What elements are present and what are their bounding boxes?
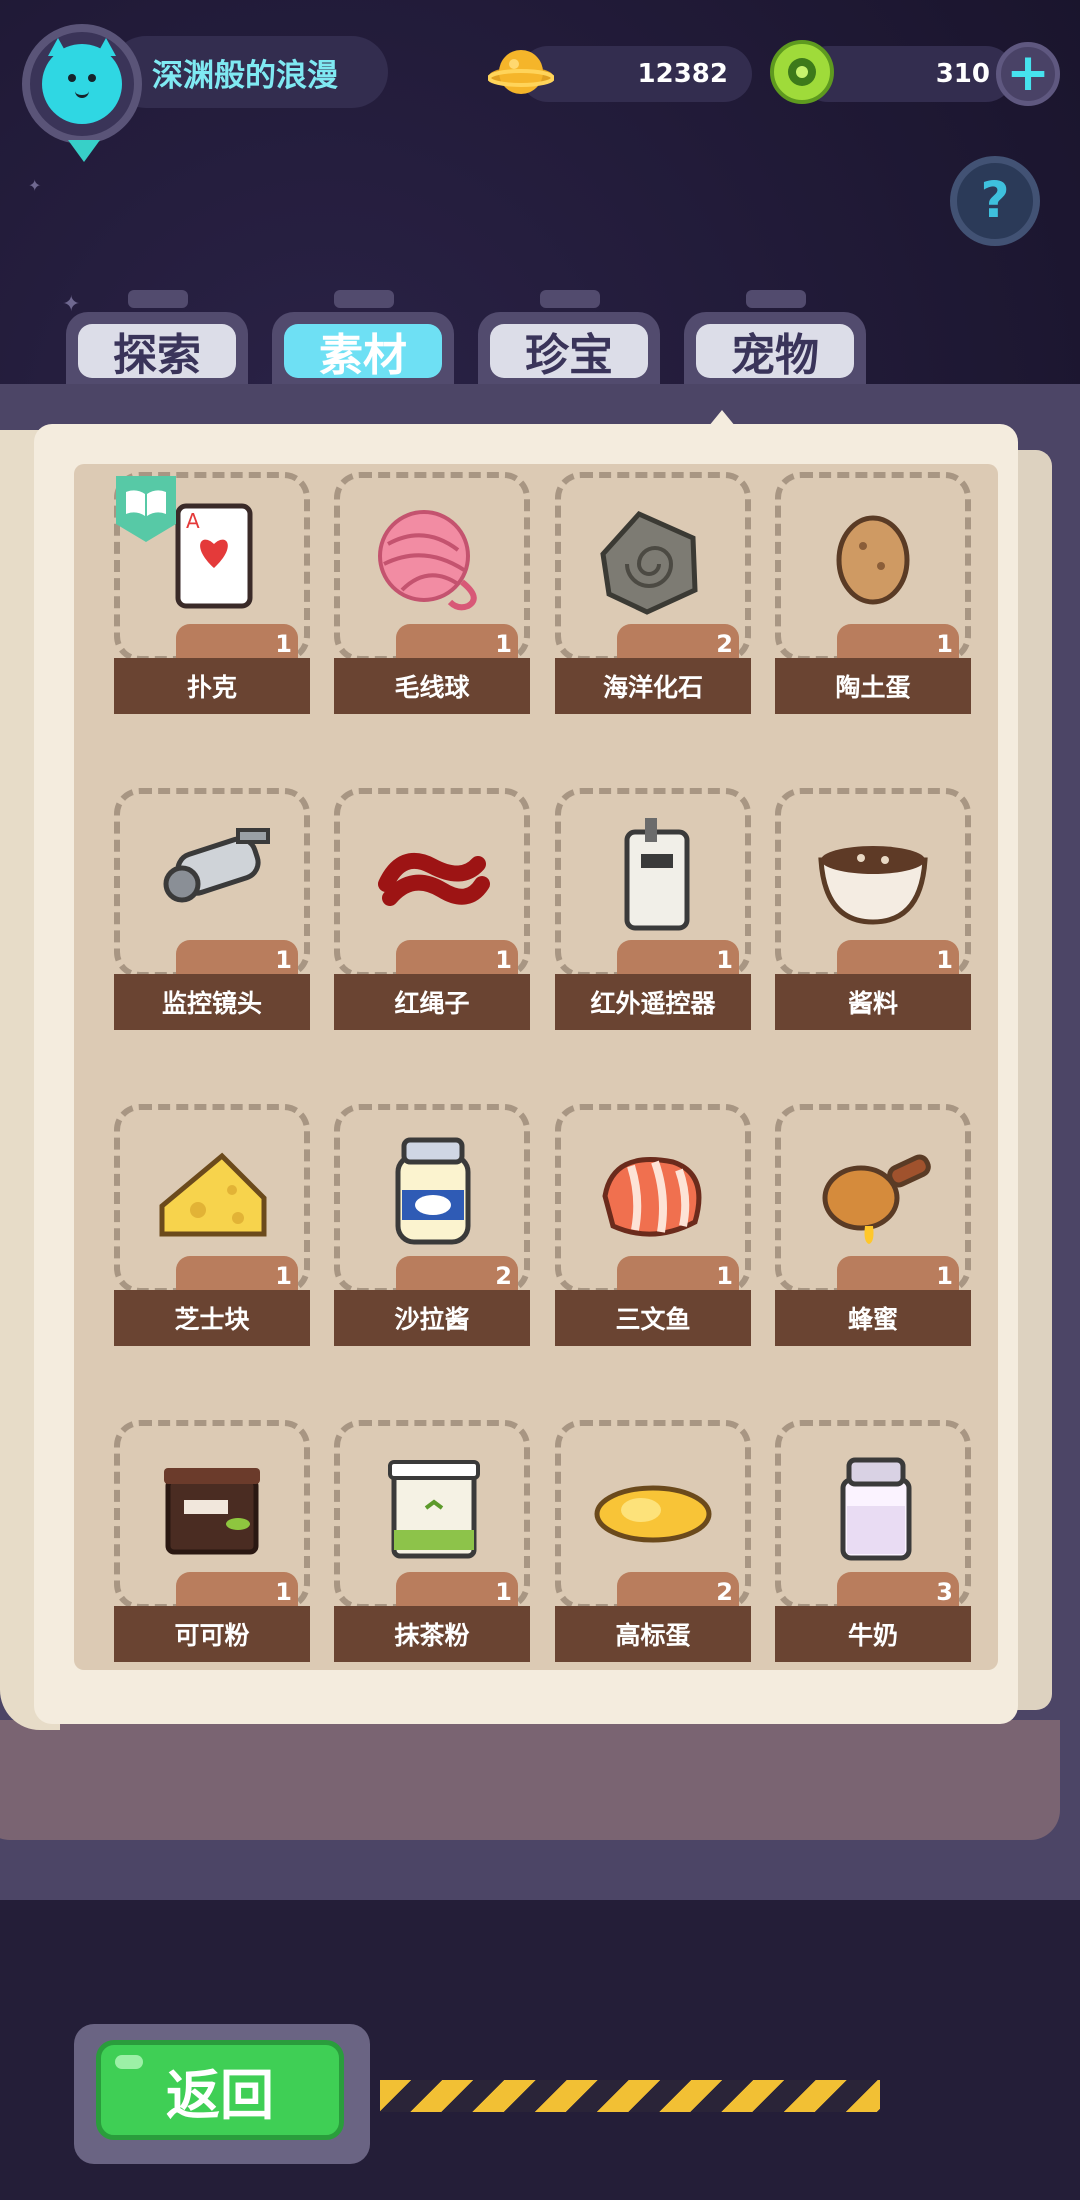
matcha-jar-icon	[388, 1460, 480, 1559]
add-gems-button[interactable]: +	[996, 42, 1060, 106]
item-count: 1	[275, 630, 292, 658]
item-count: 1	[495, 946, 512, 974]
item-name: 扑克	[114, 658, 310, 714]
item-count: 1	[495, 1578, 512, 1606]
salmon-icon	[602, 1157, 702, 1237]
ocean-fossil-icon	[600, 510, 698, 615]
star-decoration: ✦	[28, 176, 42, 195]
mayonnaise-jar-icon	[395, 1137, 471, 1245]
coin-counter: 12382	[520, 46, 752, 102]
tab-label: 宠物	[696, 324, 854, 381]
material-item[interactable]: 2 高标蛋	[555, 1420, 751, 1670]
item-count: 1	[275, 1578, 292, 1606]
green-gem-icon	[770, 40, 834, 104]
material-item[interactable]: 1 酱料	[775, 788, 971, 1038]
hazard-stripe	[380, 2080, 880, 2112]
item-name: 陶土蛋	[775, 658, 971, 714]
item-count: 1	[716, 1262, 733, 1290]
item-name: 蜂蜜	[775, 1290, 971, 1346]
tab-pets[interactable]: 宠物	[684, 290, 866, 392]
svg-text:A: A	[186, 509, 200, 533]
open-book-icon[interactable]	[112, 472, 180, 544]
red-rope-icon	[378, 852, 490, 906]
item-name: 高标蛋	[555, 1606, 751, 1662]
material-item[interactable]: 1 陶土蛋	[775, 472, 971, 722]
avatar-pointer-icon	[68, 140, 100, 162]
item-count: 1	[936, 946, 953, 974]
cheese-icon	[159, 1152, 267, 1237]
tab-materials[interactable]: 素材	[272, 290, 454, 392]
item-count: 1	[936, 630, 953, 658]
material-item[interactable]: 1 红绳子	[334, 788, 530, 1038]
material-item[interactable]: 2 海洋化石	[555, 472, 751, 722]
tab-label: 探索	[78, 324, 236, 381]
back-button-label: 返回	[166, 2063, 274, 2127]
item-name: 抹茶粉	[334, 1606, 530, 1662]
material-item[interactable]: 1 可可粉	[114, 1420, 310, 1670]
item-name: 芝士块	[114, 1290, 310, 1346]
cocoa-box-icon	[164, 1468, 260, 1555]
fried-egg-icon	[594, 1485, 712, 1543]
tab-treasures[interactable]: 珍宝	[478, 290, 660, 392]
tab-label: 素材	[284, 324, 442, 381]
material-item[interactable]: 1 监控镜头	[114, 788, 310, 1038]
material-item[interactable]: 3 牛奶	[775, 1420, 971, 1670]
item-name: 三文鱼	[555, 1290, 751, 1346]
sauce-bowl-icon	[818, 846, 928, 925]
player-name[interactable]: 深渊般的浪漫	[110, 36, 388, 108]
remote-control-icon	[624, 818, 690, 931]
item-count: 1	[275, 1262, 292, 1290]
cat-face-icon	[42, 38, 122, 124]
back-button[interactable]: 返回	[96, 2040, 344, 2140]
book-page-edge	[1012, 450, 1052, 1710]
material-item[interactable]: 1 红外遥控器	[555, 788, 751, 1038]
item-name: 可可粉	[114, 1606, 310, 1662]
item-count: 1	[936, 1262, 953, 1290]
item-count: 1	[495, 630, 512, 658]
item-count: 2	[716, 1578, 733, 1606]
item-count: 3	[936, 1578, 953, 1606]
security-camera-icon	[163, 828, 270, 903]
tab-label: 珍宝	[490, 324, 648, 381]
item-name: 毛线球	[334, 658, 530, 714]
item-name: 红绳子	[334, 974, 530, 1030]
material-item[interactable]: 1 抹茶粉	[334, 1420, 530, 1670]
player-avatar[interactable]	[22, 24, 142, 144]
item-name: 牛奶	[775, 1606, 971, 1662]
item-count: 2	[716, 630, 733, 658]
tab-explore[interactable]: 探索	[66, 290, 248, 392]
material-item[interactable]: 1 三文鱼	[555, 1104, 751, 1354]
item-name: 酱料	[775, 974, 971, 1030]
item-name: 海洋化石	[555, 658, 751, 714]
material-item[interactable]: 2 沙拉酱	[334, 1104, 530, 1354]
milk-bottle-icon	[840, 1457, 912, 1561]
planet-coin-icon	[488, 50, 554, 94]
material-item[interactable]: 1 毛线球	[334, 472, 530, 722]
material-item[interactable]: 1 芝士块	[114, 1104, 310, 1354]
clay-egg-icon	[836, 515, 910, 605]
item-name: 沙拉酱	[334, 1290, 530, 1346]
help-button[interactable]: ?	[950, 156, 1040, 246]
yarn-ball-icon	[378, 510, 477, 611]
page-pointer-icon	[704, 410, 740, 432]
item-count: 2	[495, 1262, 512, 1290]
item-count: 1	[716, 946, 733, 974]
item-name: 红外遥控器	[555, 974, 751, 1030]
material-item[interactable]: 1 蜂蜜	[775, 1104, 971, 1354]
honey-dipper-icon	[822, 1154, 931, 1244]
item-name: 监控镜头	[114, 974, 310, 1030]
item-count: 1	[275, 946, 292, 974]
book-cover	[0, 1720, 1060, 1840]
